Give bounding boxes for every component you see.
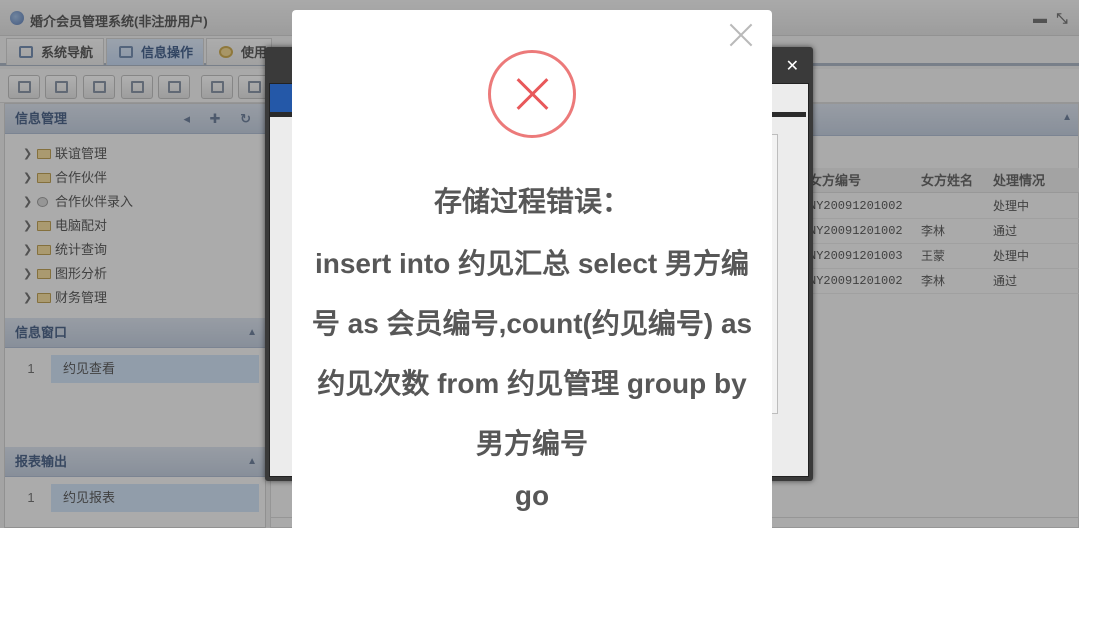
alert-message: insert into 约见汇总 select 男方编号 as 会员编号,cou…: [311, 248, 753, 459]
error-alert-dialog: 存储过程错误： insert into 约见汇总 select 男方编号 as …: [292, 10, 772, 532]
alert-message-go: go: [514, 480, 550, 511]
error-icon: [488, 50, 576, 138]
close-icon[interactable]: [728, 22, 754, 48]
alert-title: 存储过程错误：: [433, 186, 630, 217]
inner-tab[interactable]: [270, 84, 294, 114]
